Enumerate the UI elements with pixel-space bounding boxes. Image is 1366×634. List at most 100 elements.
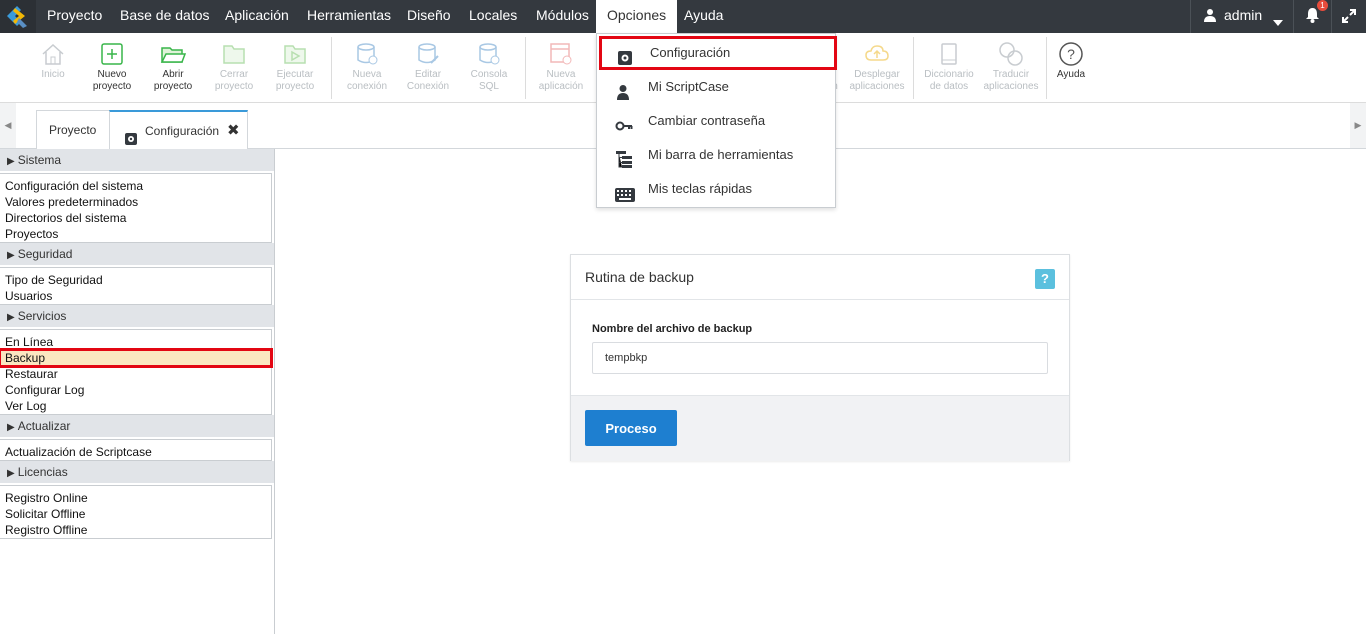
- tab-scroll-left-button[interactable]: ◀: [0, 103, 16, 148]
- tool-abrir-proyecto[interactable]: Abrir proyecto: [142, 41, 204, 93]
- sidebar-item-configuracion-sistema[interactable]: Configuración del sistema: [0, 178, 271, 194]
- user-icon: [615, 79, 633, 100]
- panel-footer: Proceso: [571, 395, 1069, 461]
- tab-scroll-right-button[interactable]: ▶: [1350, 103, 1366, 148]
- backup-filename-label: Nombre del archivo de backup: [592, 323, 753, 335]
- tool-ejecutar-proyecto[interactable]: Ejecutar proyecto: [264, 41, 326, 93]
- sidebar-item-registro-online[interactable]: Registro Online: [0, 490, 271, 506]
- tool-consola-sql[interactable]: Consola SQL: [458, 41, 520, 93]
- panel-body: Nombre del archivo de backup: [571, 300, 1069, 395]
- tool-nueva-conexion[interactable]: Nueva conexión: [336, 41, 398, 93]
- cloud-upload-icon: [865, 45, 889, 61]
- sidebar-item-backup[interactable]: Backup: [0, 348, 273, 368]
- help-circle-icon: ?: [1059, 42, 1083, 66]
- sidebar-item-usuarios[interactable]: Usuarios: [0, 288, 271, 304]
- toolbar-separator: [525, 37, 526, 99]
- opciones-dropdown: Configuración Mi ScriptCase Cambiar cont…: [596, 33, 837, 208]
- close-tab-icon[interactable]: ✖: [227, 112, 240, 150]
- toolbar-separator: [913, 37, 914, 99]
- expand-icon: [1342, 9, 1356, 26]
- tool-ayuda[interactable]: ? Ayuda: [1040, 41, 1102, 81]
- tool-nuevo-proyecto[interactable]: Nuevo proyecto: [81, 41, 143, 93]
- tool-inicio[interactable]: Inicio: [22, 41, 84, 81]
- menu-base-de-datos[interactable]: Base de datos: [109, 0, 221, 33]
- section-items-seguridad: Tipo de Seguridad Usuarios: [0, 267, 272, 305]
- fullscreen-button[interactable]: [1332, 0, 1366, 33]
- key-icon: [615, 113, 633, 131]
- sidebar-item-valores-predeterminados[interactable]: Valores predeterminados: [0, 194, 271, 210]
- dropdown-item-mi-scriptcase[interactable]: Mi ScriptCase: [597, 70, 835, 104]
- panel-header: Rutina de backup ?: [571, 255, 1069, 300]
- section-items-actualizar: Actualización de Scriptcase: [0, 439, 272, 461]
- menu-ayuda[interactable]: Ayuda: [673, 0, 734, 33]
- database-console-icon: [479, 43, 500, 65]
- database-add-icon: [357, 43, 378, 65]
- svg-text:?: ?: [1067, 46, 1075, 62]
- panel-title: Rutina de backup: [585, 269, 694, 285]
- run-project-icon: [284, 45, 306, 64]
- menu-aplicacion[interactable]: Aplicación: [214, 0, 300, 33]
- keyboard-icon: [615, 181, 635, 202]
- notification-badge: 1: [1317, 0, 1328, 11]
- sidebar-item-proyectos[interactable]: Proyectos: [0, 226, 271, 242]
- tool-nueva-aplicacion[interactable]: Nueva aplicación: [530, 41, 592, 93]
- dropdown-item-mis-teclas-rapidas[interactable]: Mis teclas rápidas: [597, 172, 835, 206]
- menu-opciones[interactable]: Opciones: [596, 0, 678, 33]
- section-items-licencias: Registro Online Solicitar Offline Regist…: [0, 485, 272, 539]
- tool-traducir-aplicaciones[interactable]: Traducir aplicaciones: [980, 41, 1042, 93]
- sidebar-item-configurar-log[interactable]: Configurar Log: [0, 382, 271, 398]
- menu-proyecto[interactable]: Proyecto: [36, 0, 113, 33]
- section-header-actualizar[interactable]: ▶ Actualizar: [0, 415, 274, 439]
- user-icon: [1204, 8, 1216, 25]
- dropdown-item-mi-barra-herramientas[interactable]: Mi barra de herramientas: [597, 138, 835, 172]
- section-header-licencias[interactable]: ▶ Licencias: [0, 461, 274, 485]
- tab-configuracion[interactable]: Configuración ✖: [109, 110, 248, 149]
- gear-icon: [617, 45, 635, 65]
- sidebar-item-actualizacion-scriptcase[interactable]: Actualización de Scriptcase: [0, 444, 271, 460]
- home-icon: [42, 43, 64, 65]
- tool-diccionario-datos[interactable]: Diccionario de datos: [918, 41, 980, 93]
- add-project-icon: [101, 43, 123, 65]
- menu-herramientas[interactable]: Herramientas: [296, 0, 402, 33]
- tool-cerrar-proyecto[interactable]: Cerrar proyecto: [203, 41, 265, 93]
- tool-editar-conexion[interactable]: Editar Conexión: [397, 41, 459, 93]
- section-header-sistema[interactable]: ▶ Sistema: [0, 149, 274, 173]
- dropdown-item-cambiar-contrasena[interactable]: Cambiar contraseña: [597, 104, 835, 138]
- scriptcase-logo-icon[interactable]: [0, 0, 36, 33]
- sidebar-item-restaurar[interactable]: Restaurar: [0, 366, 271, 382]
- translate-icon: [999, 42, 1023, 66]
- toolbar-tree-icon: [615, 147, 633, 168]
- menu-modulos[interactable]: Módulos: [525, 0, 600, 33]
- section-header-servicios[interactable]: ▶ Servicios: [0, 305, 274, 329]
- process-button[interactable]: Proceso: [585, 410, 677, 446]
- help-button[interactable]: ?: [1035, 269, 1055, 289]
- database-edit-icon: [418, 43, 439, 64]
- sidebar-item-solicitar-offline[interactable]: Solicitar Offline: [0, 506, 271, 522]
- sidebar-item-en-linea[interactable]: En Línea: [0, 334, 271, 350]
- sidebar-item-tipo-seguridad[interactable]: Tipo de Seguridad: [0, 272, 271, 288]
- tool-desplegar-aplicaciones[interactable]: Desplegar aplicaciones: [846, 41, 908, 93]
- dropdown-item-configuracion[interactable]: Configuración: [599, 36, 837, 70]
- config-sidebar: ▶ Sistema Configuración del sistema Valor…: [0, 149, 275, 634]
- section-items-servicios: En Línea Backup Restaurar Configurar Log…: [0, 329, 273, 415]
- notifications-button[interactable]: 1: [1294, 0, 1332, 33]
- folder-close-icon: [223, 45, 245, 64]
- section-items-sistema: Configuración del sistema Valores predet…: [0, 173, 272, 243]
- toolbar-separator: [331, 37, 332, 99]
- section-header-seguridad[interactable]: ▶ Seguridad: [0, 243, 274, 267]
- sidebar-item-directorios-sistema[interactable]: Directorios del sistema: [0, 210, 271, 226]
- bell-icon: [1305, 7, 1320, 26]
- menu-locales[interactable]: Locales: [458, 0, 528, 33]
- new-app-icon: [550, 43, 572, 65]
- tab-proyecto[interactable]: Proyecto: [36, 110, 110, 149]
- backup-filename-input[interactable]: [592, 342, 1048, 374]
- user-menu[interactable]: admin: [1190, 0, 1294, 33]
- backup-panel: Rutina de backup ? Nombre del archivo de…: [570, 254, 1070, 461]
- caret-down-icon: [1273, 13, 1283, 29]
- book-icon: [941, 43, 957, 65]
- folder-open-icon: [160, 47, 186, 63]
- sidebar-item-registro-offline[interactable]: Registro Offline: [0, 522, 271, 538]
- sidebar-item-ver-log[interactable]: Ver Log: [0, 398, 271, 414]
- menu-diseno[interactable]: Diseño: [396, 0, 462, 33]
- top-menubar: Proyecto Base de datos Aplicación Herram…: [0, 0, 1366, 33]
